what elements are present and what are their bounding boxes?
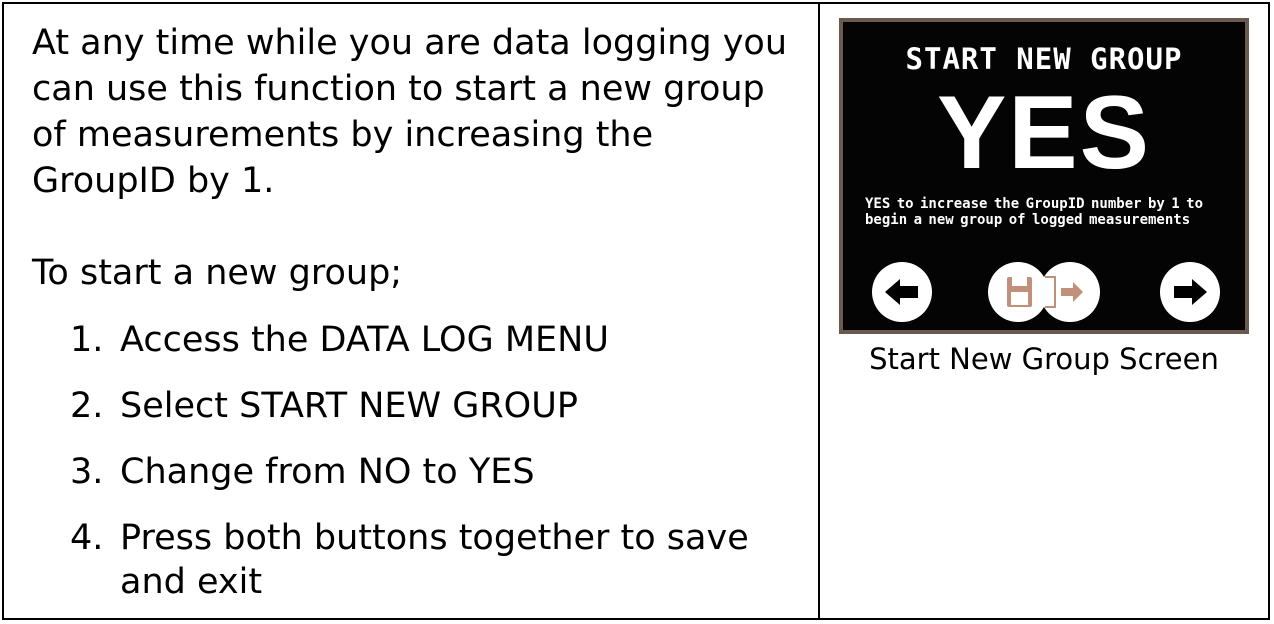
screenshot-cell: START NEW GROUP YES YES to increase the …	[820, 4, 1268, 618]
save-exit-icon	[987, 261, 1101, 323]
list-item: 2. Select START NEW GROUP	[70, 384, 794, 428]
steps-list: 1. Access the DATA LOG MENU 2. Select ST…	[32, 318, 794, 604]
list-item: 4. Press both buttons together to save a…	[70, 516, 794, 604]
instructions-cell: At any time while you are data logging y…	[4, 4, 820, 618]
device-screen: START NEW GROUP YES YES to increase the …	[839, 18, 1249, 334]
screen-description: YES to increase the GroupID number by 1 …	[865, 196, 1204, 228]
step-text: Press both buttons together to save and …	[120, 518, 749, 602]
step-number: 3.	[70, 452, 104, 492]
step-text: Access the DATA LOG MENU	[120, 320, 609, 360]
arrow-right-icon	[1159, 261, 1221, 323]
steps-intro: To start a new group;	[32, 253, 403, 293]
step-text: Select START NEW GROUP	[120, 386, 578, 426]
step-number: 4.	[70, 518, 104, 558]
screenshot-caption: Start New Group Screen	[869, 342, 1219, 376]
list-item: 3. Change from NO to YES	[70, 450, 794, 494]
intro-paragraph: At any time while you are data logging y…	[32, 23, 788, 201]
screen-title: START NEW GROUP	[905, 42, 1183, 76]
step-number: 2.	[70, 386, 104, 426]
selected-value: YES	[936, 75, 1152, 191]
arrow-left-icon	[871, 261, 933, 323]
step-text: Change from NO to YES	[120, 452, 535, 492]
step-number: 1.	[70, 320, 104, 360]
list-item: 1. Access the DATA LOG MENU	[70, 318, 794, 362]
instruction-table: At any time while you are data logging y…	[2, 2, 1270, 620]
